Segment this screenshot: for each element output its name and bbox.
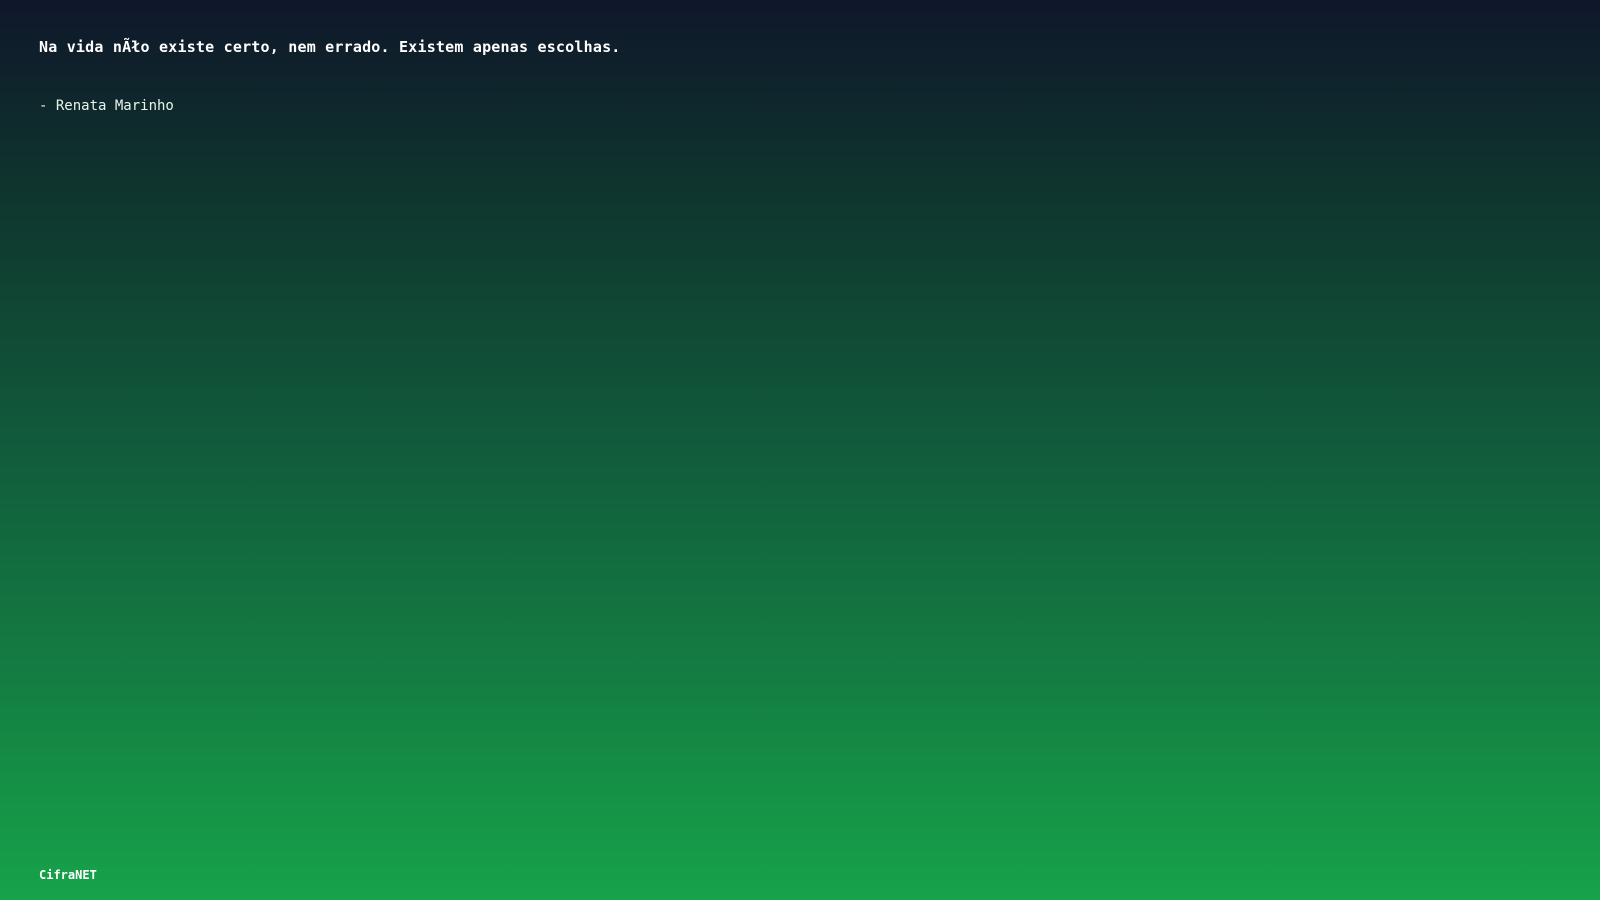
quote-block: Na vida nÃło existe certo, nem errado. E… [39, 36, 1439, 116]
brand-label: CifraNET [39, 868, 97, 882]
page-background: { "quote": { "text": "Na vida nÃło exist… [0, 0, 1600, 900]
quote-text: Na vida nÃło existe certo, nem errado. E… [39, 38, 621, 56]
quote-author: - Renata Marinho [39, 98, 174, 114]
